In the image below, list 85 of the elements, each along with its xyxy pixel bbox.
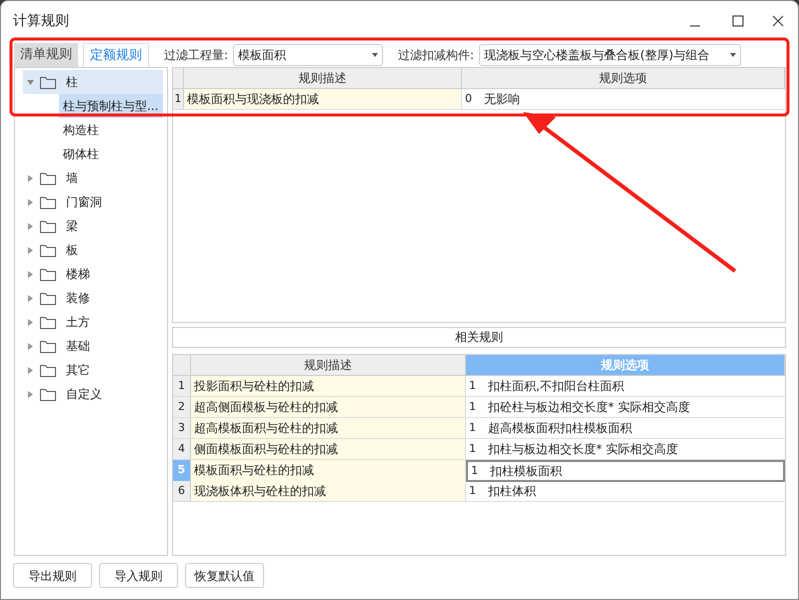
row-number[interactable]: 4 [173, 439, 191, 459]
table-cell: 超高模板面积与砼柱的扣减 [191, 418, 466, 438]
caret-icon [372, 53, 378, 57]
folder-icon [40, 388, 56, 400]
expand-arrow-icon[interactable] [27, 78, 34, 86]
option-text: 扣砼柱与板边相交长度* 实际相交高度 [488, 399, 690, 416]
expand-arrow-icon[interactable] [27, 198, 34, 206]
folder-icon [40, 172, 56, 184]
table-cell[interactable]: 1 扣砼柱与板边相交长度* 实际相交高度 [466, 397, 785, 417]
row-number[interactable]: 3 [173, 418, 191, 438]
tree-item[interactable]: 土方 [23, 310, 163, 334]
tab[interactable]: 清单规则 [14, 43, 78, 67]
expand-arrow-icon[interactable] [27, 366, 34, 374]
option-code: 1 [471, 462, 478, 479]
tree-item[interactable]: 梁 [23, 214, 163, 238]
folder-icon [40, 292, 56, 304]
dropdown[interactable]: 模板面积 [233, 44, 384, 66]
tree-item[interactable]: 墙 [23, 166, 163, 190]
option-code: 0 [465, 90, 472, 107]
table-cell[interactable]: 1 扣柱模板面积 [466, 460, 785, 482]
option-text: 无影响 [484, 91, 520, 108]
column-header[interactable]: 规则描述 [184, 68, 462, 88]
tree-item[interactable]: 基础 [23, 334, 163, 358]
option-code: 1 [469, 398, 476, 415]
table-cell: 现浇板体积与砼柱的扣减 [191, 481, 466, 501]
table-cell[interactable]: 1 扣柱面积,不扣阳台柱面积 [466, 376, 785, 396]
tree-item[interactable]: 装修 [23, 286, 163, 310]
action-button[interactable]: 导出规则 [13, 563, 92, 588]
option-text: 扣柱面积,不扣阳台柱面积 [488, 378, 624, 395]
expand-arrow-icon[interactable] [27, 342, 34, 350]
expand-arrow-icon[interactable] [27, 294, 34, 302]
tree-item[interactable]: 板 [23, 238, 163, 262]
table-cell: 模板面积与现浇板的扣减 [184, 89, 462, 109]
column-header[interactable]: 规则描述 [191, 355, 466, 375]
folder-icon [40, 76, 56, 88]
folder-icon [40, 364, 56, 376]
expand-arrow-icon[interactable] [27, 246, 34, 254]
action-button[interactable]: 导入规则 [99, 563, 178, 588]
row-number[interactable]: 6 [173, 481, 191, 501]
table-cell[interactable]: 0 无影响 [462, 89, 785, 109]
option-code: 1 [469, 378, 476, 394]
tab[interactable]: 定额规则 [83, 43, 149, 67]
option-code: 1 [469, 420, 476, 436]
tree-item[interactable]: 柱 [23, 70, 163, 94]
tree-item[interactable]: 构造柱 [59, 118, 163, 142]
filter-label: 过滤扣减构件: [398, 47, 474, 64]
row-number[interactable]: 1 [173, 89, 184, 109]
option-text: 超高模板面积扣柱模板面积 [488, 420, 632, 437]
tree-item[interactable]: 砌体柱 [59, 142, 163, 166]
row-number[interactable]: 1 [173, 376, 191, 396]
table-cell: 超高侧面模板与砼柱的扣减 [191, 397, 466, 417]
folder-icon [40, 244, 56, 256]
table-cell: 投影面积与砼柱的扣减 [191, 376, 466, 396]
filter-label: 过滤工程量: [164, 47, 228, 64]
folder-icon [40, 220, 56, 232]
caret-icon [730, 53, 736, 57]
table-cell[interactable]: 1 扣柱与板边相交长度* 实际相交高度 [466, 439, 785, 459]
expand-arrow-icon[interactable] [27, 318, 34, 326]
table-cell[interactable]: 1 超高模板面积扣柱模板面积 [466, 418, 785, 438]
tree-item[interactable]: 门窗洞 [23, 190, 163, 214]
folder-icon [40, 316, 56, 328]
tree-item[interactable]: 楼梯 [23, 262, 163, 286]
option-code: 1 [469, 440, 476, 457]
tree-item[interactable]: 其它 [23, 358, 163, 382]
expand-arrow-icon[interactable] [27, 390, 34, 398]
action-button[interactable]: 恢复默认值 [185, 563, 264, 588]
window-title: 计算规则 [13, 12, 69, 30]
folder-icon [40, 268, 56, 280]
folder-icon [40, 196, 56, 208]
tree-item[interactable]: 自定义 [23, 382, 163, 406]
expand-arrow-icon[interactable] [27, 270, 34, 278]
column-header[interactable]: 规则选项 [462, 68, 785, 88]
option-text: 扣柱体积 [488, 483, 536, 500]
option-code: 1 [469, 482, 476, 499]
table-cell: 侧面模板面积与砼柱的扣减 [191, 439, 466, 459]
option-text: 扣柱模板面积 [490, 463, 562, 480]
folder-icon [40, 340, 56, 352]
expand-arrow-icon[interactable] [27, 222, 34, 230]
table-cell: 模板面积与砼柱的扣减 [191, 460, 466, 482]
option-text: 扣柱与板边相交长度* 实际相交高度 [488, 441, 678, 458]
section-header: 相关规则 [172, 327, 786, 348]
row-number[interactable]: 2 [173, 397, 191, 417]
dropdown[interactable]: 现浇板与空心楼盖板与叠合板(整厚)与组合 [479, 44, 742, 66]
table-cell[interactable]: 1 扣柱体积 [466, 481, 785, 501]
expand-arrow-icon[interactable] [27, 174, 34, 182]
